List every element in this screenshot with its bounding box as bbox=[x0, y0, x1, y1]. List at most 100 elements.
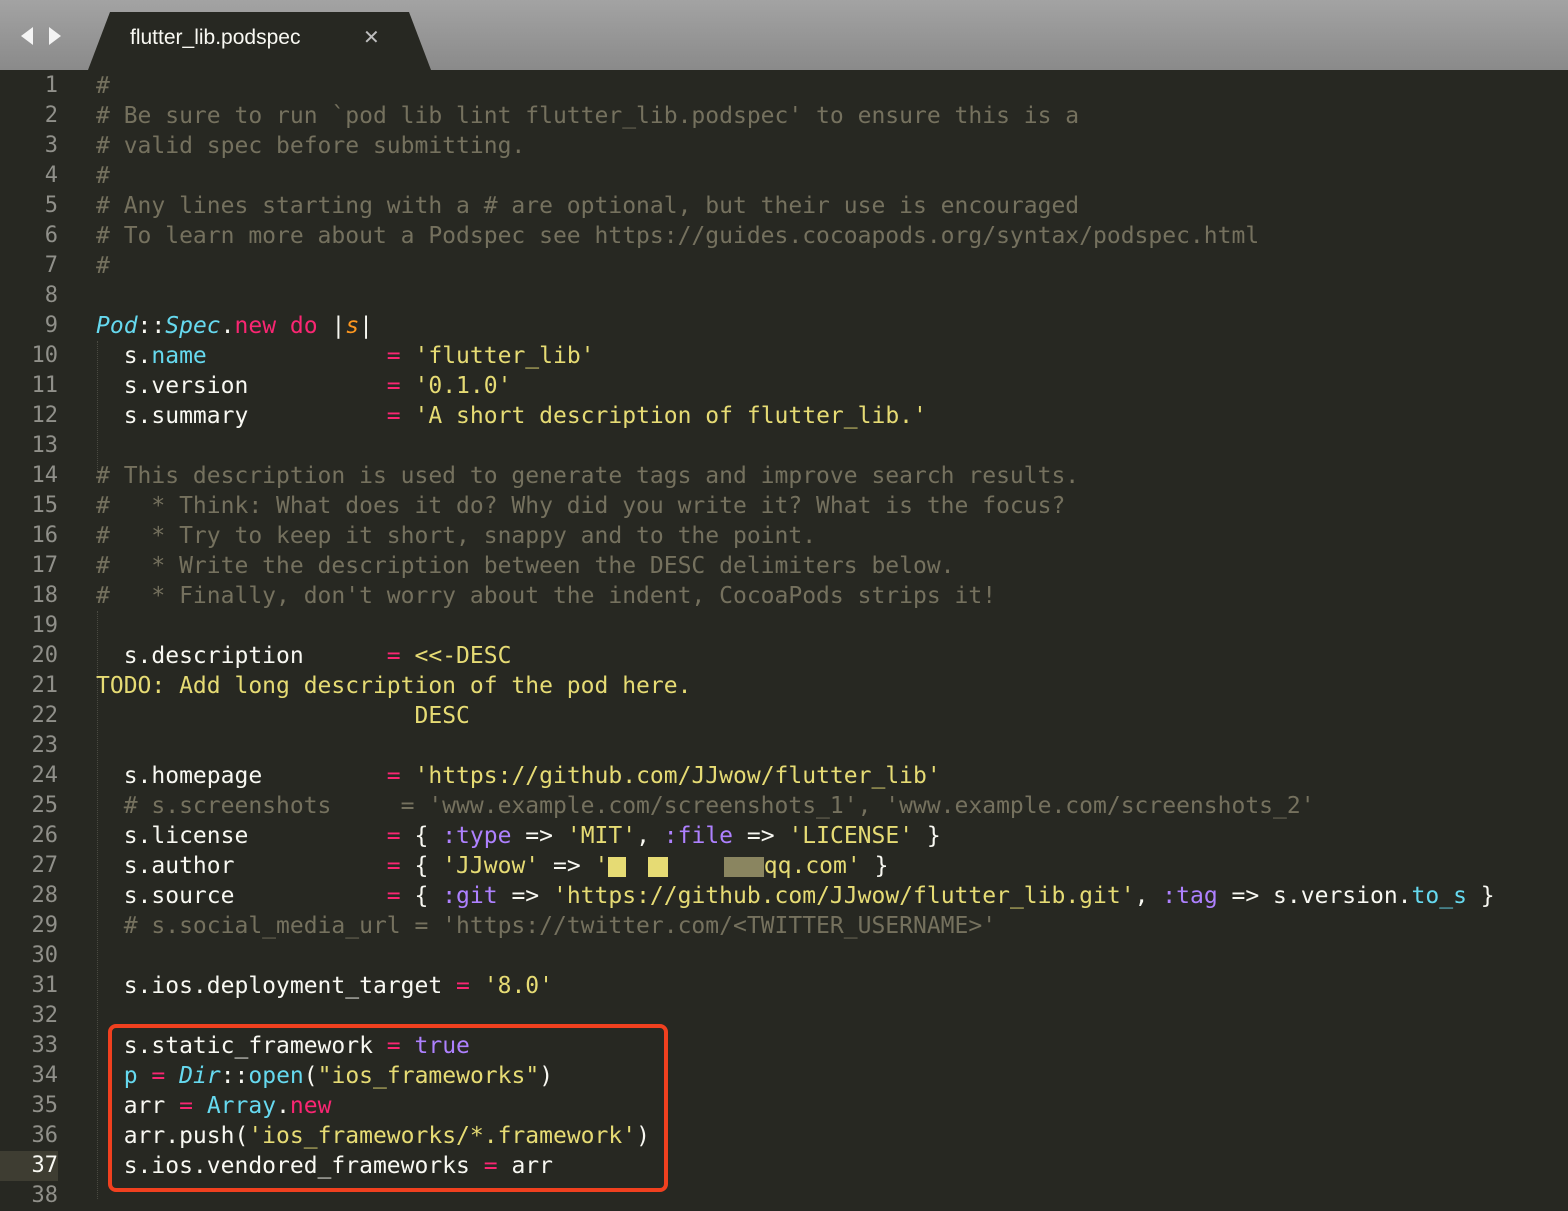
line-number: 21 bbox=[31, 673, 59, 698]
code-token: # * Write the description between the DE… bbox=[96, 553, 955, 579]
chevron-left-icon[interactable] bbox=[18, 24, 36, 48]
code-token: = bbox=[386, 853, 401, 879]
code-line[interactable]: DESC bbox=[96, 701, 1568, 731]
code-token: # bbox=[96, 73, 110, 99]
code-token: 'flutter_lib' bbox=[414, 343, 595, 369]
code-token: = bbox=[386, 373, 401, 399]
code-line[interactable]: # s.screenshots = 'www.example.com/scree… bbox=[96, 791, 1568, 821]
code-line[interactable]: # * Try to keep it short, snappy and to … bbox=[96, 521, 1568, 551]
code-line[interactable]: s.author = { 'JJwow' => ' qq.com' } bbox=[96, 851, 1568, 881]
code-line[interactable] bbox=[96, 281, 1568, 311]
code-token: s.author bbox=[96, 853, 387, 879]
line-number: 22 bbox=[31, 703, 59, 728]
code-line[interactable] bbox=[96, 731, 1568, 761]
code-line[interactable]: Pod::Spec.new do |s| bbox=[96, 311, 1568, 341]
code-token: { bbox=[400, 823, 443, 849]
code-line[interactable]: # valid spec before submitting. bbox=[96, 131, 1568, 161]
code-line[interactable]: s.license = { :type => 'MIT', :file => '… bbox=[96, 821, 1568, 851]
code-token: s. bbox=[96, 343, 152, 369]
code-token: 'https://github.com/JJwow/flutter_lib' bbox=[414, 763, 941, 789]
chevron-right-icon[interactable] bbox=[46, 24, 64, 48]
tab-bar: flutter_lib.podspec ✕ bbox=[0, 0, 1568, 70]
tab-title: flutter_lib.podspec bbox=[130, 26, 301, 49]
code-token: = bbox=[386, 823, 401, 849]
line-number-gutter: 1 2 3 4 5 6 7 8 9 10 11 12 13 14 15 16 17 18 19 20 21 22 23 24 2… bbox=[0, 71, 58, 1211]
code-token: '8.0' bbox=[483, 973, 553, 999]
code-line[interactable] bbox=[96, 431, 1568, 461]
code-token: # This description is used to generate t… bbox=[96, 463, 1080, 489]
code-token: <<-DESC bbox=[414, 643, 512, 669]
code-line[interactable]: # bbox=[96, 161, 1568, 191]
line-number: 16 bbox=[31, 523, 59, 548]
line-number: 25 bbox=[31, 793, 59, 818]
code-line[interactable]: s.name = 'flutter_lib' bbox=[96, 341, 1568, 371]
line-number: 24 bbox=[31, 763, 59, 788]
code-token: = bbox=[386, 343, 401, 369]
code-token: , bbox=[636, 823, 664, 849]
code-token: # * Finally, don't worry about the inden… bbox=[96, 583, 997, 609]
code-line[interactable]: # To learn more about a Podspec see http… bbox=[96, 221, 1568, 251]
code-line[interactable]: # bbox=[96, 71, 1568, 101]
code-line[interactable]: s.ios.deployment_target = '8.0' bbox=[96, 971, 1568, 1001]
code-line[interactable] bbox=[96, 611, 1568, 641]
code-line[interactable]: s.version = '0.1.0' bbox=[96, 371, 1568, 401]
code-token: = bbox=[386, 643, 401, 669]
line-number: 35 bbox=[31, 1093, 59, 1118]
line-number: 4 bbox=[44, 163, 58, 188]
file-tab[interactable]: flutter_lib.podspec ✕ bbox=[88, 12, 431, 70]
code-token: # * Try to keep it short, snappy and to … bbox=[96, 523, 817, 549]
code-token: s.homepage bbox=[96, 763, 387, 789]
code-token: DESC bbox=[414, 703, 470, 729]
code-token: s bbox=[345, 313, 360, 339]
code-line[interactable]: # This description is used to generate t… bbox=[96, 461, 1568, 491]
code-token: 'LICENSE' bbox=[788, 823, 914, 849]
code-token: { bbox=[400, 883, 443, 909]
code-token: # s.screenshots = 'www.example.com/scree… bbox=[96, 793, 1315, 819]
code-line[interactable]: # * Write the description between the DE… bbox=[96, 551, 1568, 581]
code-line[interactable]: s.homepage = 'https://github.com/JJwow/f… bbox=[96, 761, 1568, 791]
code-token: 'A short description of flutter_lib.' bbox=[414, 403, 927, 429]
code-line[interactable]: # Any lines starting with a # are option… bbox=[96, 191, 1568, 221]
code-line[interactable]: # s.social_media_url = 'https://twitter.… bbox=[96, 911, 1568, 941]
line-number: 36 bbox=[31, 1123, 59, 1148]
code-token: s.license bbox=[96, 823, 387, 849]
line-number: 20 bbox=[31, 643, 59, 668]
line-number: 8 bbox=[44, 283, 58, 308]
tab-navigation bbox=[18, 24, 64, 48]
code-line[interactable]: # Be sure to run `pod lib lint flutter_l… bbox=[96, 101, 1568, 131]
code-line[interactable] bbox=[96, 941, 1568, 971]
code-token: = bbox=[386, 883, 401, 909]
code-editor[interactable]: 1 2 3 4 5 6 7 8 9 10 11 12 13 14 15 16 17 18 19 20 21 22 23 24 2… bbox=[0, 70, 1568, 1208]
code-token: s.version bbox=[96, 373, 387, 399]
code-token: } bbox=[860, 853, 889, 879]
code-token: => bbox=[497, 883, 553, 909]
code-token: ' bbox=[594, 853, 609, 879]
code-token: 'https://github.com/JJwow/flutter_lib.gi… bbox=[552, 883, 1135, 909]
code-token: do bbox=[289, 313, 318, 339]
code-line[interactable]: # * Think: What does it do? Why did you … bbox=[96, 491, 1568, 521]
code-token: # Any lines starting with a # are option… bbox=[96, 193, 1080, 219]
code-line[interactable]: # * Finally, don't worry about the inden… bbox=[96, 581, 1568, 611]
code-line[interactable]: # bbox=[96, 251, 1568, 281]
close-icon[interactable]: ✕ bbox=[363, 25, 380, 49]
code-line[interactable]: s.source = { :git => 'https://github.com… bbox=[96, 881, 1568, 911]
line-number: 3 bbox=[44, 133, 58, 158]
code-token: Pod bbox=[96, 313, 138, 339]
line-number: 32 bbox=[31, 1003, 59, 1028]
code-token: . bbox=[220, 313, 235, 339]
code-line[interactable]: s.summary = 'A short description of flut… bbox=[96, 401, 1568, 431]
line-number: 31 bbox=[31, 973, 59, 998]
code-token: | bbox=[317, 313, 346, 339]
code-line[interactable]: s.description = <<-DESC bbox=[96, 641, 1568, 671]
code-token: => bbox=[511, 823, 567, 849]
code-line[interactable]: TODO: Add long description of the pod he… bbox=[96, 671, 1568, 701]
line-number: 17 bbox=[31, 553, 59, 578]
